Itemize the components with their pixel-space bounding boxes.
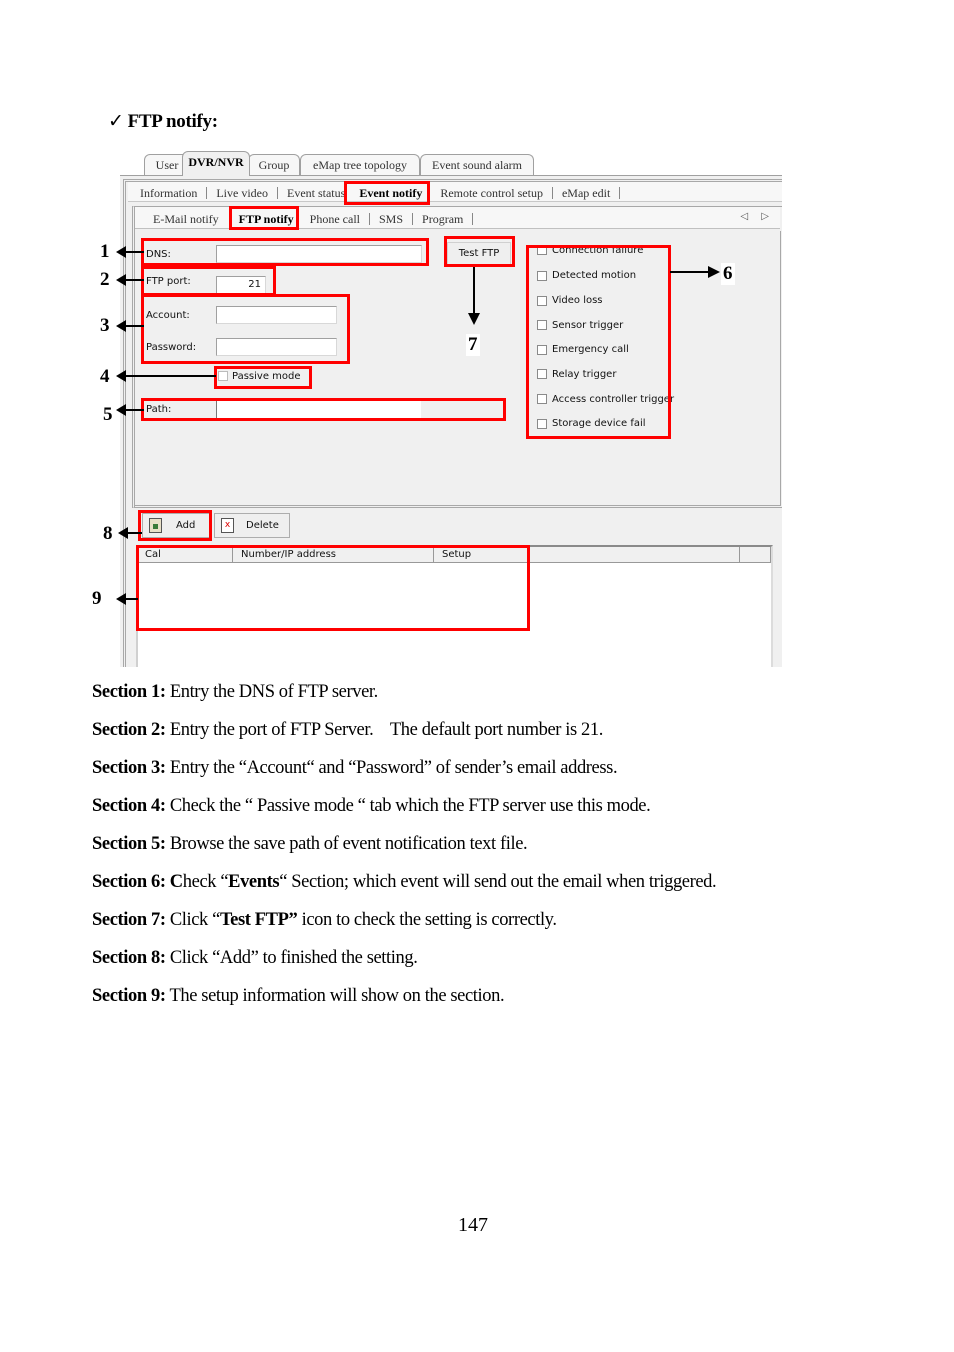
path-input[interactable] [216,401,421,419]
event-label: Relay trigger [552,369,617,380]
section-4-text: Section 4: Check the “ Passive mode “ ta… [92,796,651,816]
tab-event-sound-alarm[interactable]: Event sound alarm [420,154,534,175]
tab-email-notify[interactable]: E-Mail notify [153,208,219,230]
column-header-setup[interactable]: Setup [434,547,740,563]
event-checkbox[interactable] [537,245,547,255]
level3-tab-bar: E-Mail notify FTP notify Phone call SMS Prog… [135,207,780,229]
tab-emap-tree-topology[interactable]: eMap tree topology [300,154,420,175]
add-icon [149,517,162,533]
column-header-number-ip[interactable]: Number/IP address [233,547,434,563]
add-button[interactable]: Add [142,513,210,538]
section-heading: ✓ FTP notify: [108,110,218,133]
dns-label: DNS: [146,249,171,260]
arrow-line [124,598,138,600]
event-label: Sensor trigger [552,320,624,331]
arrow-line [124,279,144,281]
arrow-line [473,267,475,314]
tab-emap-edit[interactable]: eMap edit [562,183,610,203]
tab-sms[interactable]: SMS [379,208,403,230]
arrow-line [124,409,144,411]
arrow-line [124,251,144,253]
tab-dvr-nvr[interactable]: DVR/NVR [182,151,250,176]
event-label: Storage device fail [552,418,646,429]
section-2-text: Section 2: Entry the port of FTP Server.… [92,720,603,740]
checkmark-icon: ✓ [108,111,124,132]
heading-title: FTP notify: [127,111,218,132]
event-checkbox[interactable] [537,345,547,355]
event-checkbox[interactable] [537,394,547,404]
annotation-2: 2 [100,269,110,290]
event-checkbox[interactable] [537,320,547,330]
event-label: Video loss [552,295,603,306]
annotation-4: 4 [100,366,110,387]
arrow-line [124,375,216,377]
event-checkbox[interactable] [537,419,547,429]
arrow-line [670,271,710,273]
annotation-7: 7 [466,334,480,356]
section-6-text: Section 6: Check “Events“ Section; which… [92,872,717,892]
tab-group[interactable]: Group [248,154,300,175]
ftp-port-input[interactable]: 21 [216,276,266,294]
section-8-text: Section 8: Click “Add” to finished the s… [92,948,418,968]
annotation-9: 9 [92,588,102,609]
event-label: Detected motion [552,270,637,281]
account-input[interactable] [216,306,337,324]
arrow-right-icon [708,266,720,278]
delete-icon: x [221,517,234,533]
arrow-down-icon [468,313,480,325]
page-number: 147 [458,1214,488,1236]
tab-scroll-arrows[interactable]: ◁ ▷ [740,211,774,222]
tab-information[interactable]: Information [140,183,197,203]
delete-button[interactable]: x Delete [214,513,290,538]
section-5-text: Section 5: Browse the save path of event… [92,834,528,854]
tab-ftp-notify[interactable]: FTP notify [239,208,294,230]
list-left-border [136,545,138,667]
section-1-text: Section 1: Entry the DNS of FTP server. [92,682,378,702]
tab-live-video[interactable]: Live video [216,183,268,203]
annotation-3: 3 [100,315,110,336]
passive-mode-label: Passive mode [232,371,301,382]
section-3-text: Section 3: Entry the “Account“ and “Pass… [92,758,618,778]
ftp-notify-screenshot: User Group eMap tree topology Event soun… [120,151,782,667]
password-input[interactable] [216,338,337,356]
annotation-6: 6 [721,263,735,285]
section-9-text: Section 9: The setup information will sh… [92,986,505,1006]
column-header-cal[interactable]: Cal [137,547,233,563]
password-label: Password: [146,342,197,353]
ftp-port-label: FTP port: [146,276,191,287]
annotation-5: 5 [103,404,113,425]
event-label: Access controller trigger [552,394,675,405]
account-label: Account: [146,310,190,321]
event-label: Connection failure [552,245,644,256]
column-header-empty [740,547,771,563]
setup-list[interactable]: Cal Number/IP address Setup [137,545,773,667]
tab-event-notify[interactable]: Event notify [359,183,422,203]
passive-mode-checkbox[interactable] [218,371,228,381]
arrow-line [124,325,144,327]
section-7-text: Section 7: Click “Test FTP” icon to chec… [92,910,557,930]
tab-event-status[interactable]: Event status [287,183,345,203]
annotation-8: 8 [103,523,113,544]
test-ftp-button[interactable]: Test FTP [447,242,511,266]
event-checkbox[interactable] [537,296,547,306]
path-label: Path: [146,404,172,415]
annotation-1: 1 [100,241,110,262]
event-checkbox[interactable] [537,271,547,281]
tab-program[interactable]: Program [422,208,463,230]
tab-remote-control-setup[interactable]: Remote control setup [440,183,543,203]
level2-tab-bar: Information Live video Event status Event n… [128,182,782,202]
arrow-line [126,532,142,534]
event-checkbox[interactable] [537,369,547,379]
tab-phone-call[interactable]: Phone call [310,208,360,230]
dns-input[interactable] [216,245,422,263]
top-tab-bar: User Group eMap tree topology Event soun… [120,151,782,176]
event-label: Emergency call [552,344,629,355]
